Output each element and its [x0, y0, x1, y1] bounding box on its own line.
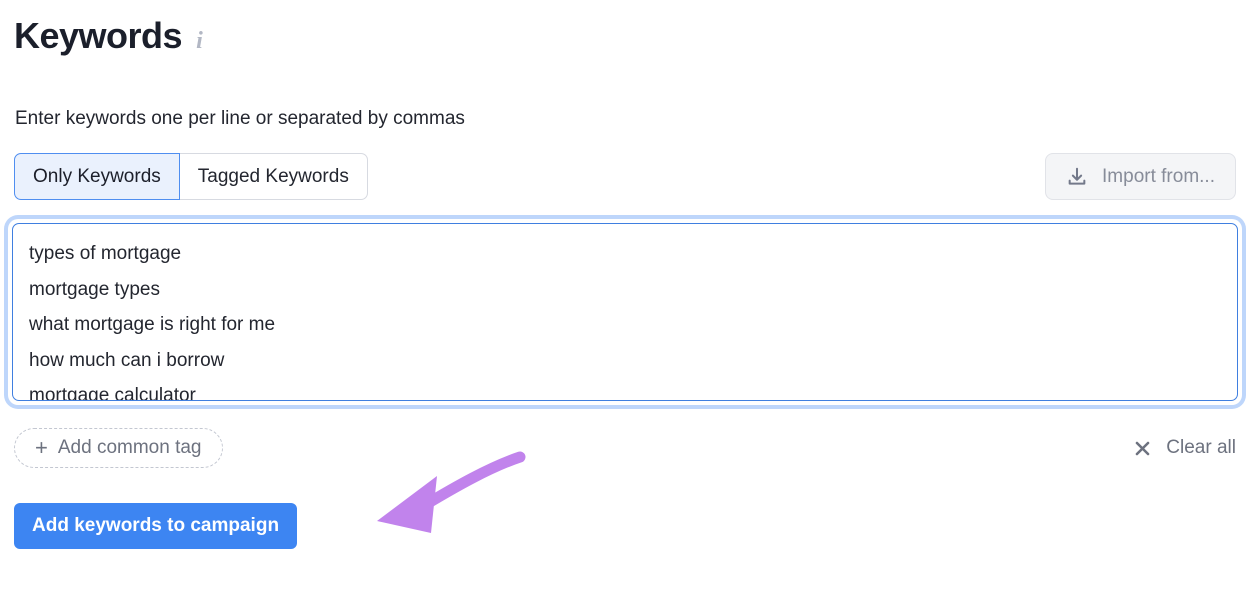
- close-icon: [1133, 439, 1152, 458]
- page-subtitle: Enter keywords one per line or separated…: [15, 108, 465, 129]
- toolbar: Only Keywords Tagged Keywords Import fro…: [14, 153, 1236, 200]
- add-common-tag-button[interactable]: + Add common tag: [14, 428, 223, 468]
- keyword-mode-tabs: Only Keywords Tagged Keywords: [14, 153, 368, 200]
- clear-all-button[interactable]: Clear all: [1133, 428, 1236, 468]
- import-from-label: Import from...: [1102, 165, 1215, 187]
- tab-only-keywords[interactable]: Only Keywords: [14, 153, 180, 200]
- plus-icon: +: [35, 435, 48, 460]
- add-common-tag-label: Add common tag: [57, 437, 202, 458]
- info-icon[interactable]: i: [196, 29, 203, 53]
- keywords-actions: + Add common tag Clear all: [14, 428, 1236, 468]
- clear-all-label: Clear all: [1166, 437, 1236, 458]
- page-header: Keywords i: [14, 14, 203, 58]
- download-icon: [1066, 166, 1088, 188]
- keywords-panel: Keywords i Enter keywords one per line o…: [0, 0, 1250, 590]
- keywords-input[interactable]: [12, 223, 1238, 401]
- add-keywords-to-campaign-button[interactable]: Add keywords to campaign: [14, 503, 298, 549]
- tab-tagged-keywords[interactable]: Tagged Keywords: [179, 153, 368, 200]
- keywords-textarea-wrapper: [8, 219, 1242, 405]
- page-title: Keywords: [14, 15, 183, 56]
- import-from-button[interactable]: Import from...: [1045, 153, 1236, 200]
